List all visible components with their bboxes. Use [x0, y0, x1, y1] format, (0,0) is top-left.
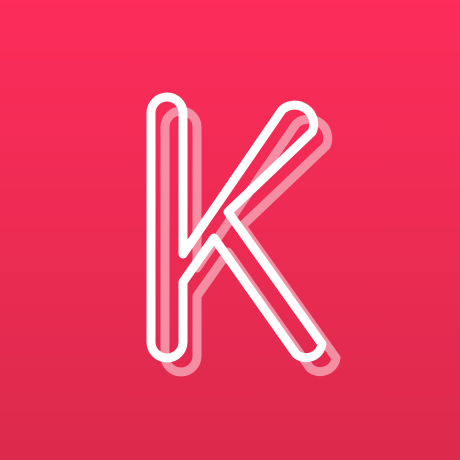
- app-icon: [0, 0, 460, 460]
- letter-k-logo-icon: [0, 0, 460, 460]
- icon-background: [0, 0, 460, 460]
